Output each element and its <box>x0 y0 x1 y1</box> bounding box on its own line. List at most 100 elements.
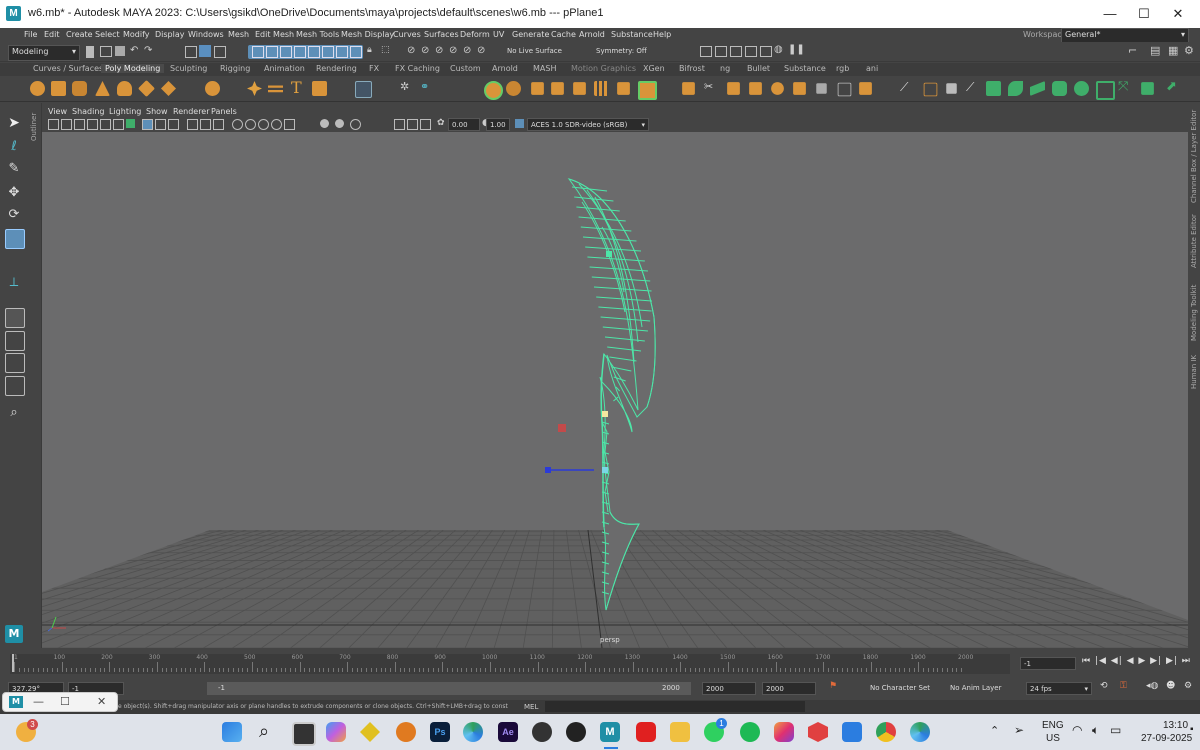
menu-create[interactable]: Create <box>66 30 93 39</box>
smooth-icon[interactable] <box>484 81 503 100</box>
menu-uv[interactable]: UV <box>493 30 504 39</box>
live-surface-label[interactable]: No Live Surface <box>507 47 562 55</box>
cut-uv-icon[interactable]: ⟋ <box>966 80 974 95</box>
auto-key-icon[interactable]: ⚑ <box>829 681 837 691</box>
isolate-select-icon[interactable] <box>232 119 243 130</box>
target-weld-icon[interactable] <box>727 82 740 95</box>
capcut-icon[interactable] <box>532 722 552 742</box>
battery-icon[interactable]: ▭ <box>1110 723 1121 737</box>
panel-menu-lighting[interactable]: Lighting <box>109 107 141 116</box>
z-axis-handle[interactable] <box>545 467 551 473</box>
photoshop-icon[interactable]: Ps <box>430 722 450 742</box>
resolution-gate-icon[interactable] <box>126 119 135 128</box>
snap-grid-icon[interactable]: ⊘ <box>407 45 415 56</box>
four-view-icon[interactable] <box>5 331 25 351</box>
gamma-field[interactable]: 1.00 <box>486 118 510 131</box>
file-explorer-icon[interactable] <box>670 722 690 742</box>
move-tool-icon[interactable]: ✥ <box>5 185 23 203</box>
clock-time[interactable]: 13:10 <box>1163 720 1188 731</box>
copilot-icon[interactable] <box>326 722 346 742</box>
poly-cone-icon[interactable] <box>95 81 110 96</box>
make-live-icon[interactable]: ⊘ <box>477 45 485 56</box>
panel-menu-panels[interactable]: Panels <box>211 107 237 116</box>
menu-mesh-display[interactable]: Mesh Display <box>341 30 394 39</box>
panel-menu-shading[interactable]: Shading <box>72 107 105 116</box>
perspective-viewport[interactable]: persp <box>42 132 1188 648</box>
bridge-icon[interactable] <box>573 82 586 95</box>
maximize-button[interactable]: ☐ <box>1134 4 1154 24</box>
motion-blur-icon[interactable] <box>335 119 344 128</box>
animation-end-field[interactable]: 2000 <box>762 682 816 695</box>
menu-deform[interactable]: Deform <box>460 30 490 39</box>
menu-select[interactable]: Select <box>95 30 120 39</box>
search-icon[interactable]: ⌕ <box>5 405 23 423</box>
render-view-icon[interactable] <box>700 46 712 57</box>
tab-ani[interactable]: ani <box>866 64 878 73</box>
xray-icon[interactable] <box>245 119 256 130</box>
straighten-uv-icon[interactable] <box>1030 81 1045 96</box>
layout-uv-icon[interactable] <box>986 81 1001 96</box>
attribute-editor-icon[interactable]: ▦ <box>1168 44 1178 57</box>
volume-icon[interactable]: 🔈︎ <box>1092 723 1099 738</box>
loop-icon[interactable]: ⟲ <box>1100 681 1108 691</box>
youtube-icon[interactable] <box>636 722 656 742</box>
select-camera-icon[interactable] <box>48 119 59 130</box>
tab-mash[interactable]: MASH <box>533 64 556 73</box>
combine-icon[interactable] <box>355 81 372 98</box>
highlight-selection-icon[interactable]: ⬚ <box>381 45 390 55</box>
single-perspective-icon[interactable] <box>5 308 25 328</box>
minimize-button[interactable]: — <box>1100 4 1120 24</box>
select-tool-icon[interactable]: ➤ <box>5 115 23 133</box>
attribute-editor-tab[interactable]: Attribute Editor <box>1190 214 1198 268</box>
panel-menu-renderer[interactable]: Renderer <box>173 107 210 116</box>
tab-fx[interactable]: FX <box>369 64 379 73</box>
select-by-joint-icon[interactable] <box>266 46 278 58</box>
color-management-icon[interactable] <box>515 119 524 128</box>
mirror-icon[interactable] <box>531 82 544 95</box>
cleanup-icon[interactable] <box>837 82 852 97</box>
fill-hole-icon[interactable] <box>617 82 630 95</box>
exposure-field[interactable]: 0.00 <box>448 118 480 131</box>
task-view-icon[interactable] <box>292 722 316 746</box>
x-axis-handle[interactable] <box>558 424 566 432</box>
bookmarks-icon[interactable] <box>74 119 85 130</box>
windows-start-icon[interactable] <box>222 722 242 742</box>
mel-label[interactable]: MEL <box>524 703 538 711</box>
notification-icon[interactable]: ▪ <box>1190 724 1194 735</box>
menu-generate[interactable]: Generate <box>512 30 549 39</box>
snap-curve-icon[interactable]: ⊘ <box>421 45 429 56</box>
instagram-icon[interactable] <box>774 722 794 742</box>
append-polygon-icon[interactable] <box>682 82 695 95</box>
maya-taskbar-icon[interactable]: M <box>600 722 620 742</box>
menu-help[interactable]: Help <box>653 30 671 39</box>
chevron-up-icon[interactable]: ⌃ <box>990 724 999 737</box>
select-by-dynamic-icon[interactable] <box>322 46 334 58</box>
hypershade-icon[interactable] <box>760 46 772 57</box>
pivot-handle[interactable] <box>606 251 612 257</box>
language-region[interactable]: US <box>1046 733 1060 744</box>
menu-curves[interactable]: Curves <box>393 30 421 39</box>
select-by-curve-icon[interactable] <box>280 46 292 58</box>
menu-edit[interactable]: Edit <box>44 30 60 39</box>
poly-cube-icon[interactable] <box>51 81 66 96</box>
ipr-render-icon[interactable] <box>730 46 742 57</box>
panel-menu-show[interactable]: Show <box>146 107 168 116</box>
grid-uv-icon[interactable] <box>1096 81 1115 100</box>
location-icon[interactable]: ➢ <box>1014 723 1024 737</box>
layout-icon[interactable] <box>5 376 25 396</box>
sweep-mesh-icon[interactable] <box>247 81 262 96</box>
menu-mesh[interactable]: Mesh <box>228 30 249 39</box>
panel-menu-view[interactable]: View <box>48 107 67 116</box>
unfold-uv-icon[interactable] <box>1008 81 1023 96</box>
blender-icon[interactable] <box>396 722 416 742</box>
film-gate-icon[interactable] <box>113 119 124 130</box>
smooth-shade-icon[interactable] <box>155 119 166 130</box>
time-slider[interactable]: 1 100 200 300 400 500 600 700 800 900 1000 1100 1200… <box>0 652 1200 676</box>
screen-space-reflection-icon[interactable] <box>350 119 361 130</box>
select-by-misc-icon[interactable] <box>350 46 362 58</box>
textured-icon[interactable] <box>187 119 198 130</box>
popup-close-button[interactable]: ✕ <box>97 695 106 708</box>
maya-home-icon[interactable]: M <box>5 625 23 643</box>
merge-icon[interactable] <box>749 82 762 95</box>
mode-dropdown[interactable]: Modeling ▾ <box>8 45 80 61</box>
